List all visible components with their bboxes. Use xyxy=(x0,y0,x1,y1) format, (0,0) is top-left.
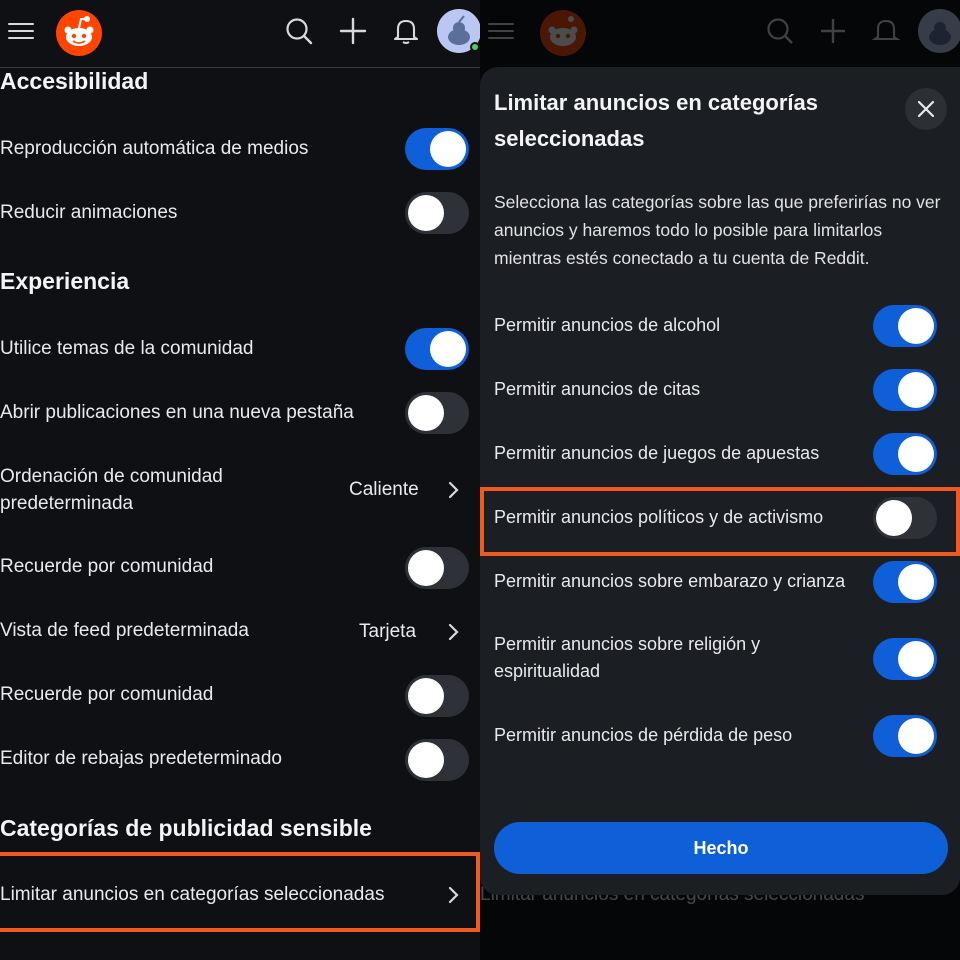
modal-screen: Limitar anuncios en categorías seleccion… xyxy=(480,0,960,960)
option-label-alcohol: Permitir anuncios de alcohol xyxy=(494,315,721,335)
row-label-reduce-animations: Reducir animaciones xyxy=(0,202,178,223)
row-label-remember-per-community-2: Recuerde por comunidad xyxy=(0,684,214,705)
done-button[interactable]: Hecho xyxy=(494,822,948,874)
user-avatar xyxy=(918,9,960,53)
settings-panel: Accesibilidad Reproducción automática de… xyxy=(0,0,480,960)
bell-icon[interactable] xyxy=(391,16,421,46)
plus-icon xyxy=(818,16,848,46)
search-icon[interactable] xyxy=(284,16,314,46)
modal-title: Limitar anuncios en categorías seleccion… xyxy=(494,90,818,151)
plus-icon[interactable] xyxy=(338,16,368,46)
toggle-reduce-animations[interactable] xyxy=(405,192,469,234)
top-bar xyxy=(0,0,480,68)
option-label-pregnancy: Permitir anuncios sobre embarazo y crian… xyxy=(494,571,846,591)
toggle-community-themes[interactable] xyxy=(405,328,469,370)
toggle-weight-loss-ads[interactable] xyxy=(873,715,937,757)
search-icon xyxy=(765,16,795,46)
option-label-dating: Permitir anuncios de citas xyxy=(494,379,701,399)
row-label-community-sort[interactable]: Ordenación de comunidad predeterminada xyxy=(0,463,250,517)
option-label-gambling: Permitir anuncios de juegos de apuestas xyxy=(494,443,820,463)
toggle-remember-per-community-2[interactable] xyxy=(405,675,469,717)
chevron-right-icon[interactable] xyxy=(447,622,461,642)
toggle-alcohol-ads[interactable] xyxy=(873,305,937,347)
section-title-sensitive-ads: Categorías de publicidad sensible xyxy=(0,815,372,841)
bell-icon xyxy=(871,16,901,46)
row-label-markdown-editor: Editor de rebajas predeterminado xyxy=(0,748,283,769)
toggle-markdown-editor[interactable] xyxy=(405,739,469,781)
row-label-community-themes: Utilice temas de la comunidad xyxy=(0,338,254,359)
highlight-box xyxy=(480,487,960,556)
toggle-remember-per-community[interactable] xyxy=(405,547,469,589)
toggle-religion-ads[interactable] xyxy=(873,638,937,680)
toggle-autoplay[interactable] xyxy=(405,128,469,170)
row-label-autoplay: Reproducción automática de medios xyxy=(0,138,309,159)
highlight-box xyxy=(0,852,480,932)
reddit-logo[interactable] xyxy=(56,10,102,56)
option-label-religion: Permitir anuncios sobre religión y espir… xyxy=(494,634,761,681)
toggle-open-new-tab[interactable] xyxy=(405,392,469,434)
section-title-experience: Experiencia xyxy=(0,268,130,294)
hamburger-menu-icon[interactable] xyxy=(8,18,34,44)
modal-description: Selecciona las categorías sobre las que … xyxy=(494,192,941,268)
option-label-weight-loss: Permitir anuncios de pérdida de peso xyxy=(494,725,793,745)
feed-view-value[interactable]: Tarjeta xyxy=(359,621,416,643)
community-sort-value[interactable]: Caliente xyxy=(349,479,419,501)
reddit-logo xyxy=(540,10,586,56)
row-label-remember-per-community: Recuerde por comunidad xyxy=(0,556,214,577)
online-status-dot xyxy=(470,42,480,52)
top-bar-dimmed xyxy=(480,0,960,68)
section-title-accessibility: Accesibilidad xyxy=(0,68,149,94)
hamburger-menu-icon xyxy=(488,18,514,44)
limit-ads-modal: Limitar anuncios en categorías seleccion… xyxy=(480,67,960,895)
toggle-dating-ads[interactable] xyxy=(873,369,937,411)
row-label-open-new-tab: Abrir publicaciones en una nueva pestaña xyxy=(0,402,354,423)
toggle-pregnancy-ads[interactable] xyxy=(873,561,937,603)
toggle-gambling-ads[interactable] xyxy=(873,433,937,475)
close-icon[interactable] xyxy=(905,88,947,130)
row-label-feed-view[interactable]: Vista de feed predeterminada xyxy=(0,617,249,644)
chevron-right-icon[interactable] xyxy=(447,480,461,500)
